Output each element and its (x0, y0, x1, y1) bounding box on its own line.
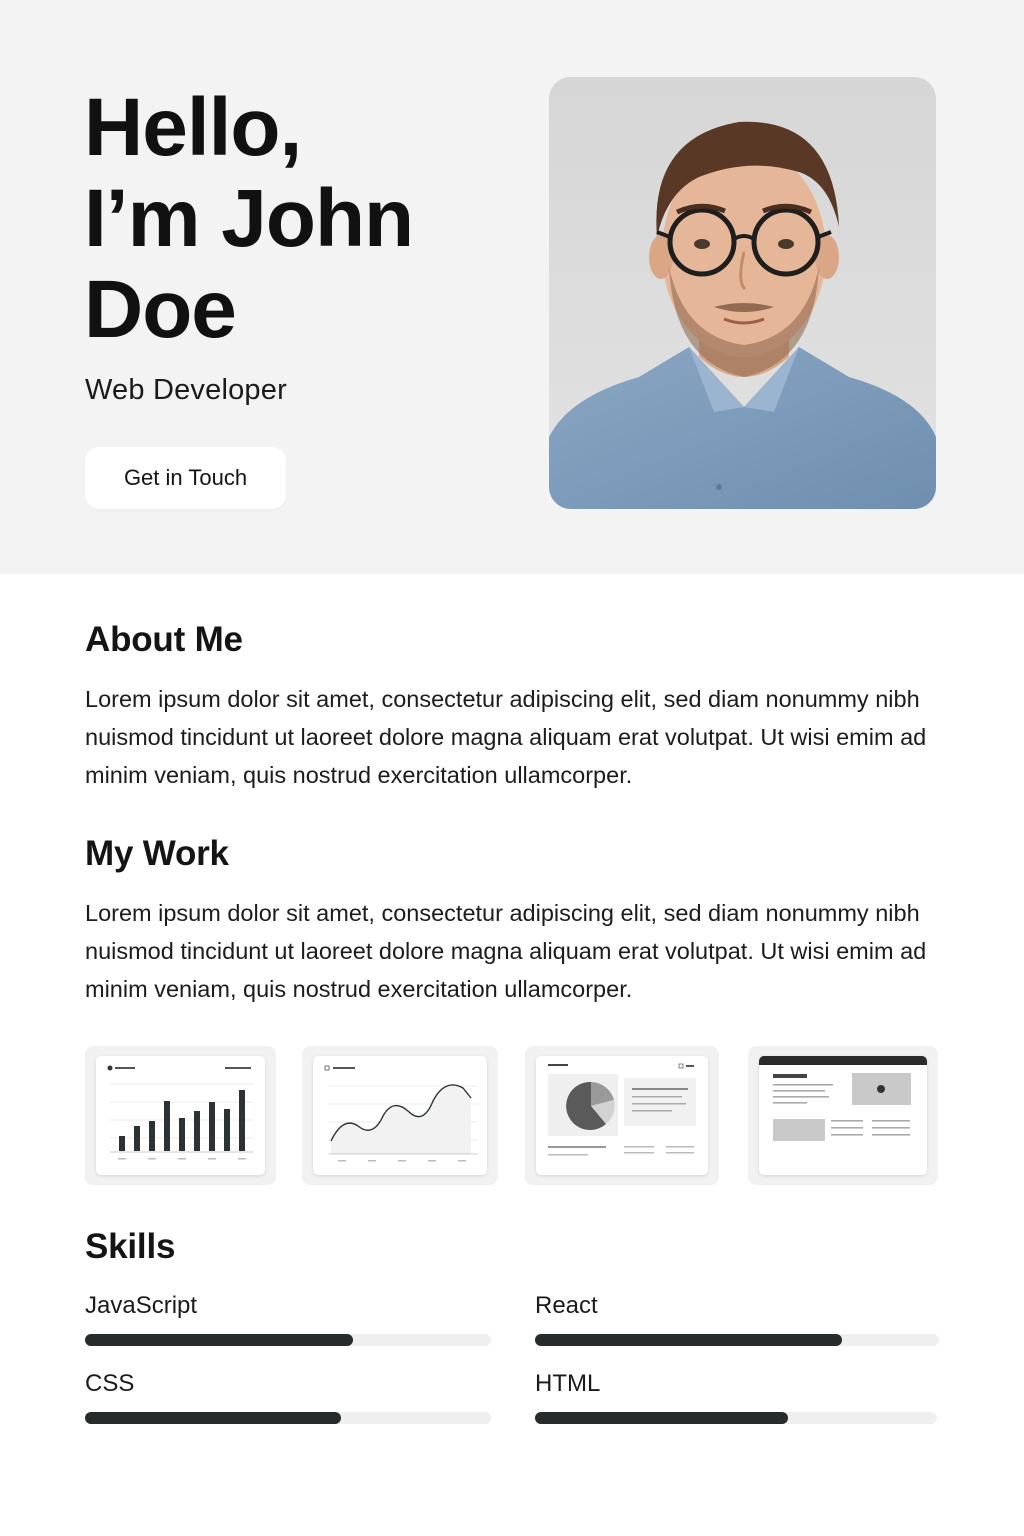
hero-title-line: I’m John (84, 173, 414, 264)
skill-name: HTML (535, 1370, 601, 1397)
hero-title-line: Doe (84, 264, 237, 355)
hero-section: Hello, I’m John Doe Web Developer Get in… (0, 0, 1024, 574)
skill-bar (535, 1412, 937, 1424)
about-text: Lorem ipsum dolor sit amet, consectetur … (85, 686, 927, 788)
hero-subtitle: Web Developer (85, 374, 287, 406)
profile-photo (549, 77, 936, 509)
skill-bar-fill (85, 1334, 353, 1346)
skill-bar-fill (85, 1412, 341, 1424)
pie-chart-icon (536, 1056, 708, 1175)
skill-name: CSS (85, 1370, 135, 1397)
line-chart-icon (313, 1056, 487, 1175)
skills-title: Skills (85, 1227, 176, 1266)
skill-bar-fill (535, 1334, 843, 1346)
skill-bar (85, 1412, 491, 1424)
work-text: Lorem ipsum dolor sit amet, consectetur … (85, 900, 927, 1002)
work-title: My Work (85, 834, 229, 873)
project-thumbnail-line-chart[interactable] (302, 1046, 498, 1185)
image-placeholder-icon (759, 1056, 927, 1175)
skill-bar (535, 1334, 939, 1346)
skill-name: JavaScript (85, 1292, 198, 1319)
about-title: About Me (85, 620, 243, 659)
project-thumbnail-website-layout[interactable] (748, 1046, 938, 1185)
project-thumbnail-pie-chart[interactable] (525, 1046, 719, 1185)
skill-bar (85, 1334, 491, 1346)
hero-title: Hello, I’m John Doe (84, 82, 524, 355)
hero-title-line: Hello, (84, 82, 302, 173)
skill-name: React (535, 1292, 598, 1319)
bar-chart-icon (96, 1056, 265, 1175)
get-in-touch-button[interactable]: Get in Touch (85, 447, 286, 509)
skill-bar-fill (535, 1412, 789, 1424)
project-thumbnail-bar-chart[interactable] (85, 1046, 276, 1185)
